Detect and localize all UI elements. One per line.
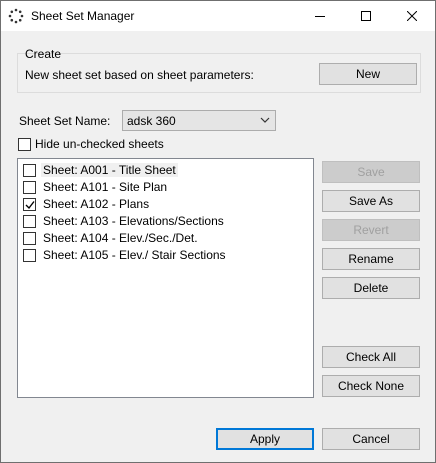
new-button-label: New [355,67,380,81]
save-button-label: Save [357,165,385,179]
apply-button-label: Apply [249,432,281,446]
cancel-button-label: Cancel [352,432,390,446]
sheet-label: Sheet: A104 - Elev./Sec./Det. [43,231,198,245]
sheet-checkbox[interactable] [23,232,36,245]
sheet-label: Sheet: A102 - Plans [43,197,150,211]
delete-button[interactable]: Delete [322,277,420,299]
rename-button-label: Rename [348,252,394,266]
list-item[interactable]: Sheet: A104 - Elev./Sec./Det. [18,230,218,247]
sheet-checkbox[interactable] [23,249,36,262]
minimize-button[interactable] [297,1,343,31]
sheet-label: Sheet: A101 - Site Plan [43,180,168,194]
create-group-title: Create [25,47,62,61]
hide-unchecked-checkbox[interactable] [18,138,31,151]
window-title: Sheet Set Manager [31,9,135,23]
maximize-icon [361,11,371,21]
list-item[interactable]: Sheet: A102 - Plans [18,196,183,213]
list-item[interactable]: Sheet: A105 - Elev./ Stair Sections [18,247,226,264]
minimize-icon [315,16,325,17]
title-bar: Sheet Set Manager [1,1,435,31]
sheet-checkbox[interactable] [23,164,36,177]
revert-button[interactable]: Revert [322,219,420,241]
app-icon [8,8,24,24]
list-item[interactable]: Sheet: A103 - Elevations/Sections [18,213,224,230]
maximize-button[interactable] [343,1,389,31]
check-none-button[interactable]: Check None [322,375,420,397]
cancel-button[interactable]: Cancel [322,428,420,450]
sheet-label: Sheet: A105 - Elev./ Stair Sections [43,248,226,262]
check-all-button-label: Check All [345,350,397,364]
list-item[interactable]: Sheet: A001 - Title Sheet [18,162,183,179]
rename-button[interactable]: Rename [322,248,420,270]
new-button[interactable]: New [319,63,417,85]
check-none-button-label: Check None [337,379,405,393]
sheet-checkbox[interactable] [23,181,36,194]
check-all-button[interactable]: Check All [322,346,420,368]
sheet-label: Sheet: A001 - Title Sheet [41,163,178,177]
create-group-description: New sheet set based on sheet parameters: [25,68,254,82]
list-item[interactable]: Sheet: A101 - Site Plan [18,179,183,196]
sheet-set-name-select[interactable]: adsk 360 [122,110,276,131]
delete-button-label: Delete [353,281,389,295]
sheet-label: Sheet: A103 - Elevations/Sections [43,214,224,228]
revert-button-label: Revert [353,223,389,237]
hide-unchecked-label: Hide un-checked sheets [35,137,164,151]
sheet-set-name-value: adsk 360 [127,114,176,128]
checkmark-icon [25,201,35,210]
sheet-checkbox[interactable] [23,198,36,211]
chevron-down-icon [260,117,270,123]
sheet-list[interactable]: Sheet: A001 - Title Sheet Sheet: A101 - … [17,158,314,398]
save-as-button[interactable]: Save As [322,190,420,212]
apply-button[interactable]: Apply [216,428,314,450]
sheet-checkbox[interactable] [23,215,36,228]
close-icon [407,11,417,21]
sheet-set-manager-window: Sheet Set Manager Create New sheet set b… [0,0,436,463]
save-button[interactable]: Save [322,161,420,183]
sheet-set-name-label: Sheet Set Name: [19,114,111,128]
save-as-button-label: Save As [348,194,394,208]
close-button[interactable] [389,1,435,31]
